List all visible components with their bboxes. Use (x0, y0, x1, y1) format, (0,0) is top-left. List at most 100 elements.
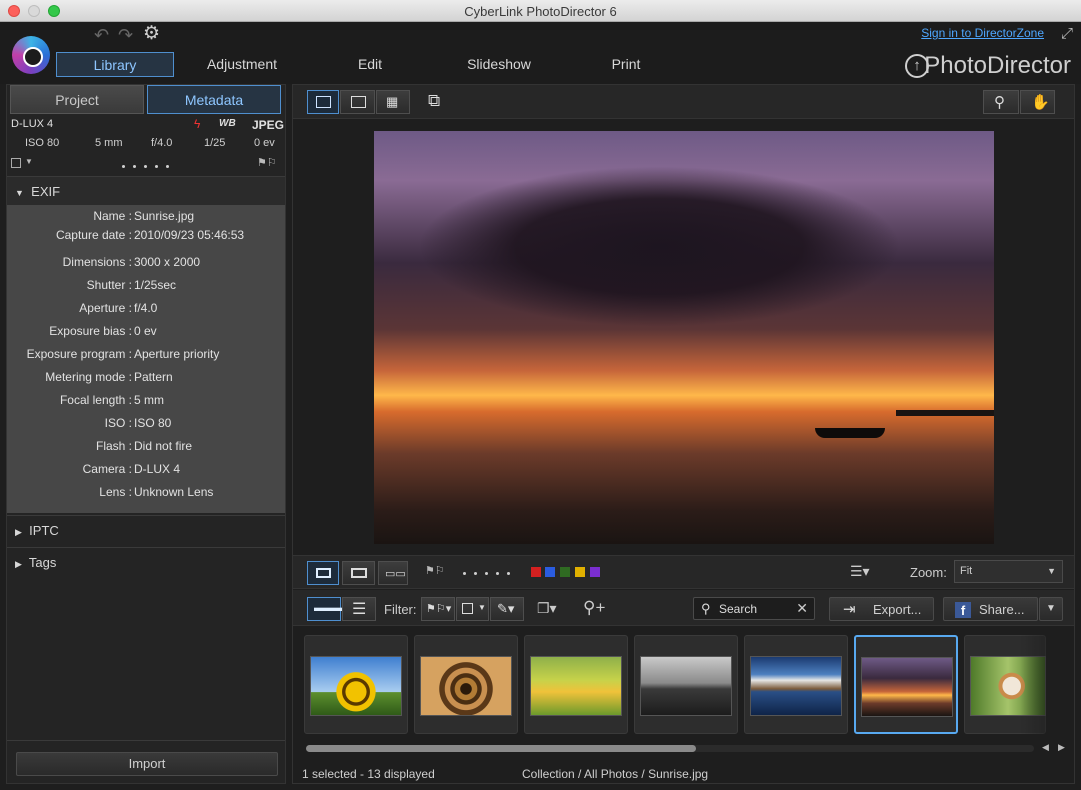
mountain-lake-thumbnail (750, 656, 842, 716)
thumbnail-item[interactable] (414, 635, 518, 734)
compare-layout-icon (351, 568, 367, 578)
spiral-staircase-thumbnail (420, 656, 512, 716)
exif-row: ISO : ISO 80 (104, 416, 172, 430)
tab-library[interactable]: Library (56, 52, 174, 77)
scroll-left-icon[interactable]: ◀ (1042, 742, 1049, 753)
exif-row: Exposure bias :0 ev (49, 324, 157, 338)
share-dropdown-button[interactable]: ▼ (1039, 597, 1063, 621)
list-view-button[interactable]: ☰ (342, 597, 376, 621)
hand-icon: ✋ (1031, 94, 1050, 111)
chevron-down-icon: ▼ (1046, 603, 1056, 614)
flags-icon: ⚑⚐▾ (426, 603, 452, 615)
rating-dots[interactable] (118, 159, 173, 173)
add-person-icon[interactable]: ⚲+ (583, 598, 605, 618)
sort-menu-icon[interactable]: ☰▾ (850, 563, 870, 580)
color-label-green[interactable] (560, 567, 570, 577)
scroll-right-icon[interactable]: ▶ (1058, 742, 1065, 753)
search-icon: ⚲ (701, 601, 711, 616)
chevron-right-icon: ▶ (15, 559, 22, 569)
divider (7, 740, 285, 741)
tab-project[interactable]: Project (10, 85, 144, 114)
label-color-picker[interactable] (11, 158, 21, 168)
second-display-icon[interactable]: ⧉ (428, 91, 440, 111)
app-logo-icon (12, 36, 50, 74)
filter-label: Filter: (384, 602, 417, 617)
shot-focal: 5 mm (95, 137, 123, 149)
thumbnail-item[interactable] (744, 635, 848, 734)
color-label-yellow[interactable] (575, 567, 585, 577)
pan-tool-button[interactable]: ✋ (1020, 90, 1055, 114)
layout-filmstrip-button[interactable]: ▭▭ (378, 561, 408, 585)
main-photo-preview[interactable] (374, 131, 994, 544)
magnifier-icon: ⚲ (994, 94, 1005, 111)
layout-single-button[interactable] (307, 561, 339, 585)
settings-gear-icon[interactable]: ⚙ (143, 22, 160, 45)
share-button[interactable]: f Share... (943, 597, 1038, 621)
sign-in-link[interactable]: Sign in to DirectorZone (921, 26, 1044, 40)
shot-ev: 0 ev (254, 137, 275, 149)
search-input[interactable]: ⚲ Search ✕ (693, 597, 815, 620)
flag-icon[interactable]: ⚑⚐ (257, 156, 277, 169)
sunrise-thumbnail (861, 657, 953, 717)
exif-row: Dimensions :3000 x 2000 (62, 255, 201, 269)
view-single-button[interactable] (307, 90, 339, 114)
exif-row: Focal length :5 mm (59, 393, 164, 407)
brand-name: PhotoDirector (924, 52, 1071, 79)
filter-flag-button[interactable]: ⚑⚐▾ (421, 597, 455, 621)
thumbnail-item[interactable] (304, 635, 408, 734)
filter-color-button[interactable]: ▼ (456, 597, 489, 621)
export-button[interactable]: ⇥ Export... (829, 597, 934, 621)
shot-aperture: f/4.0 (151, 137, 173, 149)
thumbnail-view-button[interactable]: ▬▬▬ (307, 597, 347, 621)
rating-dots[interactable] (459, 566, 514, 580)
chevron-down-icon[interactable]: ▼ (25, 157, 33, 166)
tab-metadata[interactable]: Metadata (147, 85, 281, 114)
clear-search-icon[interactable]: ✕ (796, 600, 808, 617)
view-grid-button[interactable]: ▦ (376, 90, 410, 114)
import-button[interactable]: Import (16, 752, 278, 776)
share-label: Share... (979, 602, 1025, 617)
layout-compare-button[interactable] (342, 561, 375, 585)
redo-icon[interactable]: ↷ (118, 25, 133, 46)
tab-edit[interactable]: Edit (320, 52, 420, 77)
stack-icon[interactable]: ❐▾ (537, 600, 557, 617)
color-label-blue[interactable] (545, 567, 555, 577)
iptc-section-header[interactable]: ▶ IPTC (7, 515, 285, 545)
export-label: Export... (873, 602, 922, 617)
boat-silhouette (815, 428, 885, 438)
exif-row: Exposure program : Aperture priority (26, 347, 220, 361)
tab-print[interactable]: Print (576, 52, 676, 77)
chevron-right-icon: ▶ (15, 527, 22, 537)
color-box-icon (462, 603, 473, 614)
exif-title: EXIF (31, 184, 61, 199)
selection-status: 1 selected - 13 displayed (302, 767, 435, 781)
zoom-tool-button[interactable]: ⚲ (983, 90, 1019, 114)
thumbnail-item[interactable] (524, 635, 628, 734)
fullscreen-icon[interactable]: ⤢ (1061, 25, 1073, 42)
thumbnail-scrollbar-thumb[interactable] (306, 745, 696, 752)
flag-icon[interactable]: ⚑⚐ (425, 564, 445, 577)
zoom-value: Fit (960, 565, 973, 577)
thumbnail-item[interactable] (634, 635, 738, 734)
distant-shore (896, 410, 994, 416)
thumbnail-item-selected[interactable] (854, 635, 958, 734)
tab-adjustment[interactable]: Adjustment (186, 52, 298, 77)
photo-view-icon (316, 96, 331, 108)
export-icon: ⇥ (843, 601, 856, 618)
color-label-red[interactable] (531, 567, 541, 577)
exif-section-header[interactable]: ▼ EXIF (7, 176, 285, 206)
grid-icon: ▦ (386, 94, 399, 109)
color-label-purple[interactable] (590, 567, 600, 577)
view-compare-button[interactable] (340, 90, 375, 114)
tags-section-header[interactable]: ▶ Tags (7, 547, 285, 577)
filter-edit-button[interactable]: ✎▾ (490, 597, 524, 621)
window-title: CyberLink PhotoDirector 6 (464, 4, 617, 19)
tab-slideshow[interactable]: Slideshow (449, 52, 549, 77)
exif-row: Metering mode : Pattern (45, 370, 173, 384)
exif-row: Camera : D-LUX 4 (82, 462, 181, 476)
zoom-select[interactable]: Fit ▼ (954, 560, 1063, 583)
exif-row: Flash : Did not fire (95, 439, 193, 453)
filmstrip-icon: ▭▭ (385, 568, 406, 580)
list-icon: ☰ (352, 601, 367, 618)
undo-icon[interactable]: ↶ (94, 25, 109, 46)
